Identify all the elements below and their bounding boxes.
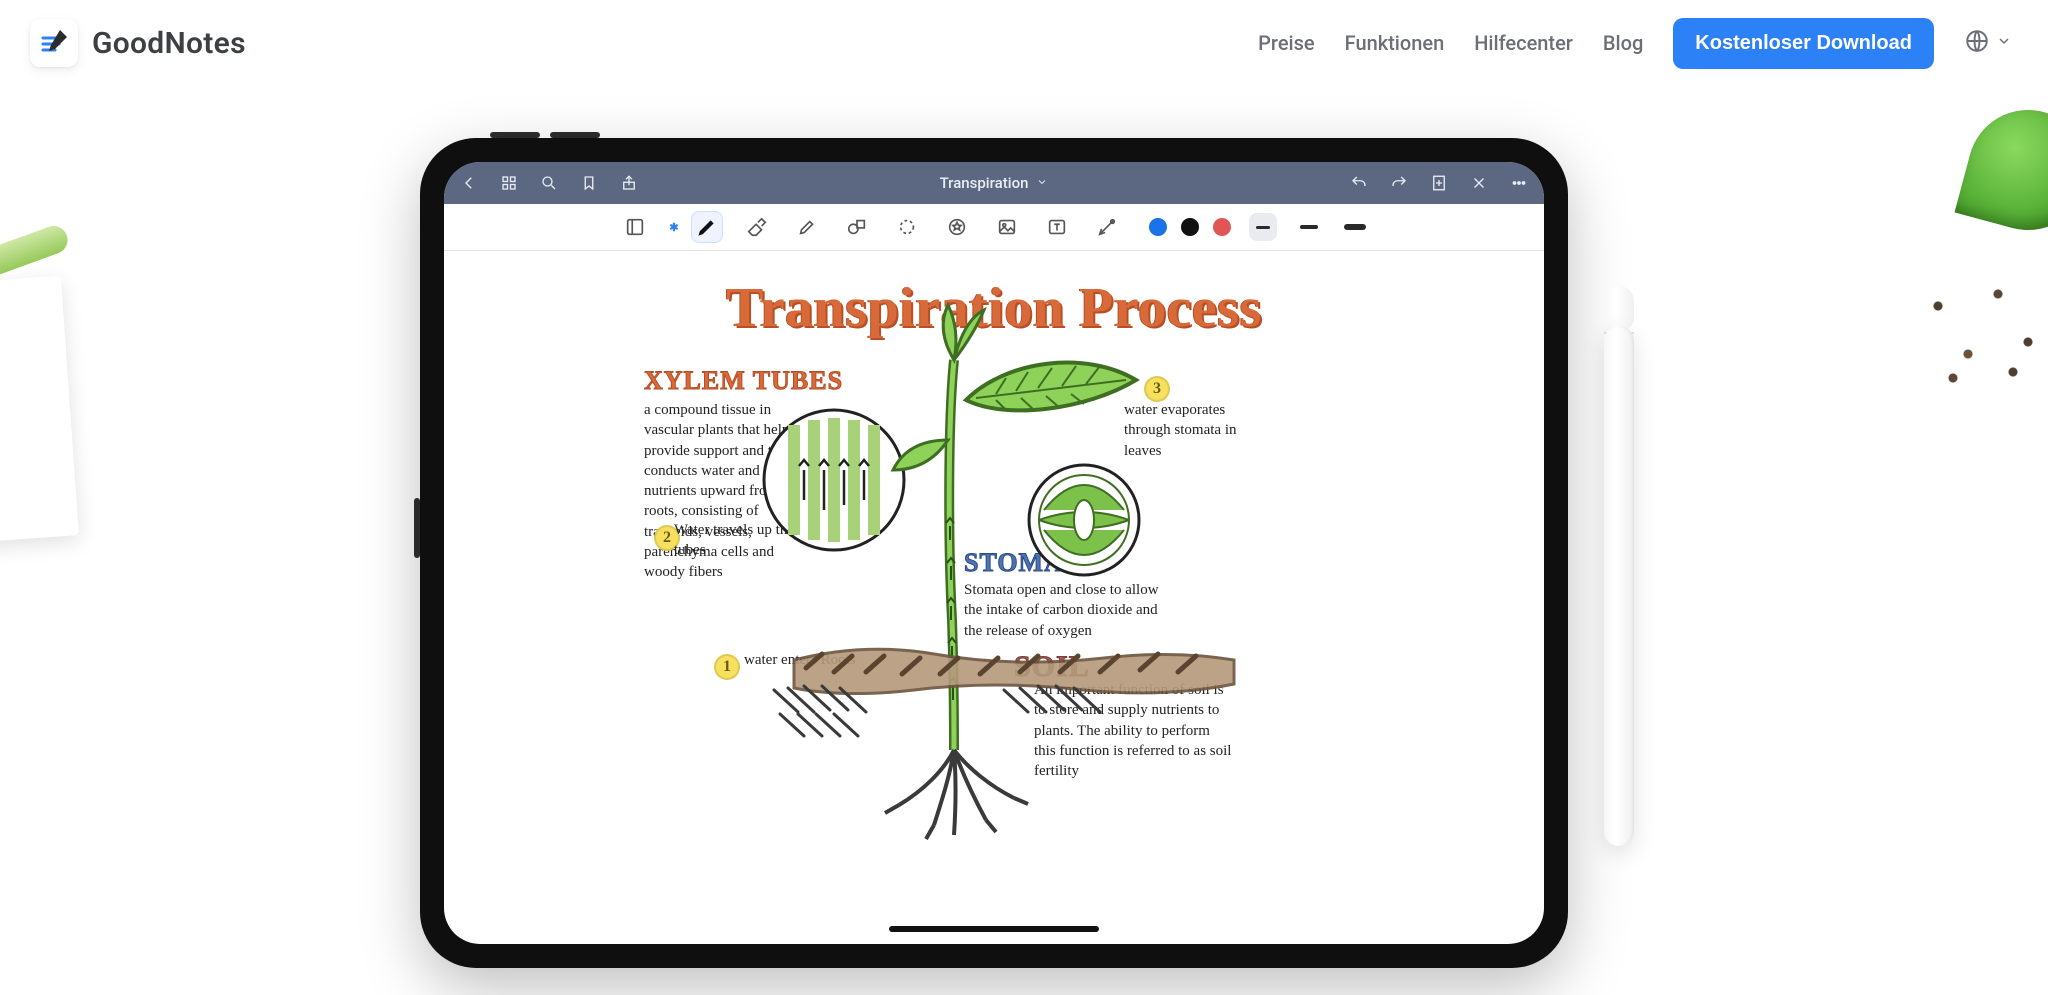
- brand[interactable]: GoodNotes: [30, 19, 246, 67]
- brand-logo-icon: [30, 19, 78, 67]
- brand-name: GoodNotes: [92, 26, 246, 61]
- more-icon[interactable]: [1508, 172, 1530, 194]
- bookmark-icon[interactable]: [578, 172, 600, 194]
- thickness-thin[interactable]: [1249, 213, 1277, 241]
- lasso-tool[interactable]: [891, 211, 923, 243]
- eraser-tool[interactable]: [741, 211, 773, 243]
- text-tool[interactable]: [1041, 211, 1073, 243]
- color-swatch-red[interactable]: [1213, 218, 1231, 236]
- site-header: GoodNotes Preise Funktionen Hilfecenter …: [0, 0, 2048, 86]
- elements-tool[interactable]: [941, 211, 973, 243]
- pointer-tool[interactable]: [1091, 211, 1123, 243]
- power-button: [414, 498, 420, 558]
- color-swatch-blue[interactable]: [1149, 218, 1167, 236]
- note-canvas[interactable]: Transpiration Process XYLEM TUBES a comp…: [444, 250, 1544, 944]
- read-mode-tool[interactable]: [619, 211, 651, 243]
- thickness-thick[interactable]: [1341, 213, 1369, 241]
- nav-help[interactable]: Hilfecenter: [1474, 31, 1573, 55]
- document-title-text: Transpiration: [940, 174, 1029, 192]
- document-title[interactable]: Transpiration: [940, 174, 1049, 192]
- ipad-screen: Transpiration ✱: [444, 162, 1544, 944]
- add-page-icon[interactable]: [1428, 172, 1450, 194]
- back-icon[interactable]: [458, 172, 480, 194]
- home-indicator: [889, 926, 1099, 932]
- decor-leaf-right: [1955, 97, 2048, 244]
- share-icon[interactable]: [618, 172, 640, 194]
- color-swatch-black[interactable]: [1181, 218, 1199, 236]
- nav-pricing[interactable]: Preise: [1258, 31, 1314, 55]
- app-toolbar-tools: ✱: [444, 204, 1544, 251]
- nav-blog[interactable]: Blog: [1603, 31, 1643, 55]
- chevron-down-icon: [1996, 33, 2012, 53]
- apple-pencil: [1604, 286, 1634, 846]
- language-switcher[interactable]: [1964, 28, 2012, 58]
- volume-down-button: [550, 132, 600, 138]
- undo-icon[interactable]: [1348, 172, 1370, 194]
- thickness-medium[interactable]: [1295, 213, 1323, 241]
- note-drawings: [444, 250, 1544, 944]
- redo-icon[interactable]: [1388, 172, 1410, 194]
- chevron-down-icon: [1036, 174, 1048, 192]
- volume-up-button: [490, 132, 540, 138]
- close-icon[interactable]: [1468, 172, 1490, 194]
- highlighter-tool[interactable]: [791, 211, 823, 243]
- globe-icon: [1964, 28, 1990, 58]
- pen-tool[interactable]: [691, 211, 723, 243]
- decor-soil: [1908, 270, 2048, 390]
- main-nav: Preise Funktionen Hilfecenter Blog Koste…: [1258, 18, 2012, 69]
- image-tool[interactable]: [991, 211, 1023, 243]
- color-swatches: [1149, 218, 1231, 236]
- nav-features[interactable]: Funktionen: [1345, 31, 1445, 55]
- search-icon[interactable]: [538, 172, 560, 194]
- app-toolbar-primary: Transpiration: [444, 162, 1544, 204]
- thumbnails-icon[interactable]: [498, 172, 520, 194]
- ipad-device: Transpiration ✱: [420, 138, 1568, 968]
- shape-tool[interactable]: [841, 211, 873, 243]
- bluetooth-badge: ✱: [669, 221, 678, 234]
- decor-paper: [0, 276, 79, 544]
- decor-leaf-left: [0, 222, 71, 286]
- download-button[interactable]: Kostenloser Download: [1673, 18, 1934, 69]
